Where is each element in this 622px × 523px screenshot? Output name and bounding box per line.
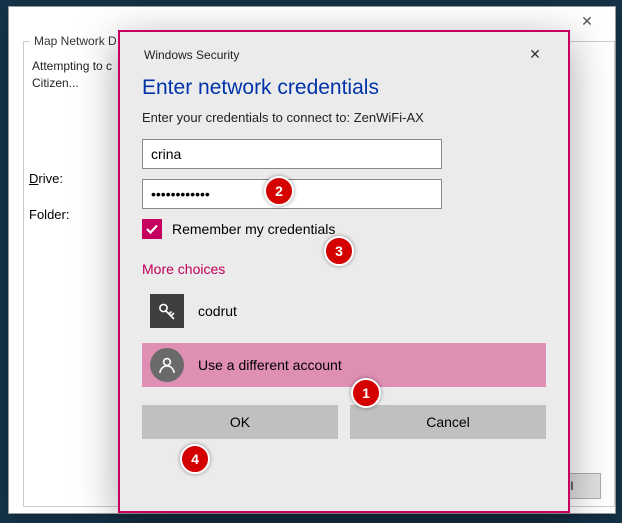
security-dialog: Windows Security ✕ Enter network credent… — [118, 30, 570, 513]
connecting-line-1: Attempting to c — [32, 59, 112, 73]
security-heading: Enter network credentials — [142, 76, 546, 100]
username-input[interactable] — [142, 139, 442, 169]
security-title: Windows Security — [144, 48, 239, 62]
map-panel-title: Map Network D — [30, 34, 121, 48]
drive-label: Drive: — [29, 171, 63, 186]
security-prompt: Enter your credentials to connect to: Ze… — [142, 110, 546, 125]
account-option-codrut[interactable]: codrut — [142, 289, 546, 333]
person-icon — [150, 348, 184, 382]
callout-2: 2 — [264, 176, 294, 206]
account-label: Use a different account — [198, 357, 342, 373]
dialog-buttons: OK Cancel — [142, 405, 546, 439]
close-icon[interactable]: ✕ — [526, 46, 544, 64]
security-titlebar: Windows Security ✕ — [142, 46, 546, 70]
window-close-icon[interactable]: ✕ — [565, 9, 609, 33]
ok-button[interactable]: OK — [142, 405, 338, 439]
folder-label: Folder: — [29, 207, 69, 222]
checkbox-checked-icon[interactable] — [142, 219, 162, 239]
callout-4: 4 — [180, 444, 210, 474]
account-label: codrut — [198, 303, 237, 319]
remember-label: Remember my credentials — [172, 221, 335, 237]
account-option-different[interactable]: Use a different account — [142, 343, 546, 387]
connecting-line-2: Citizen... — [32, 76, 79, 90]
key-icon — [150, 294, 184, 328]
cancel-button[interactable]: Cancel — [350, 405, 546, 439]
callout-3: 3 — [324, 236, 354, 266]
callout-1: 1 — [351, 378, 381, 408]
